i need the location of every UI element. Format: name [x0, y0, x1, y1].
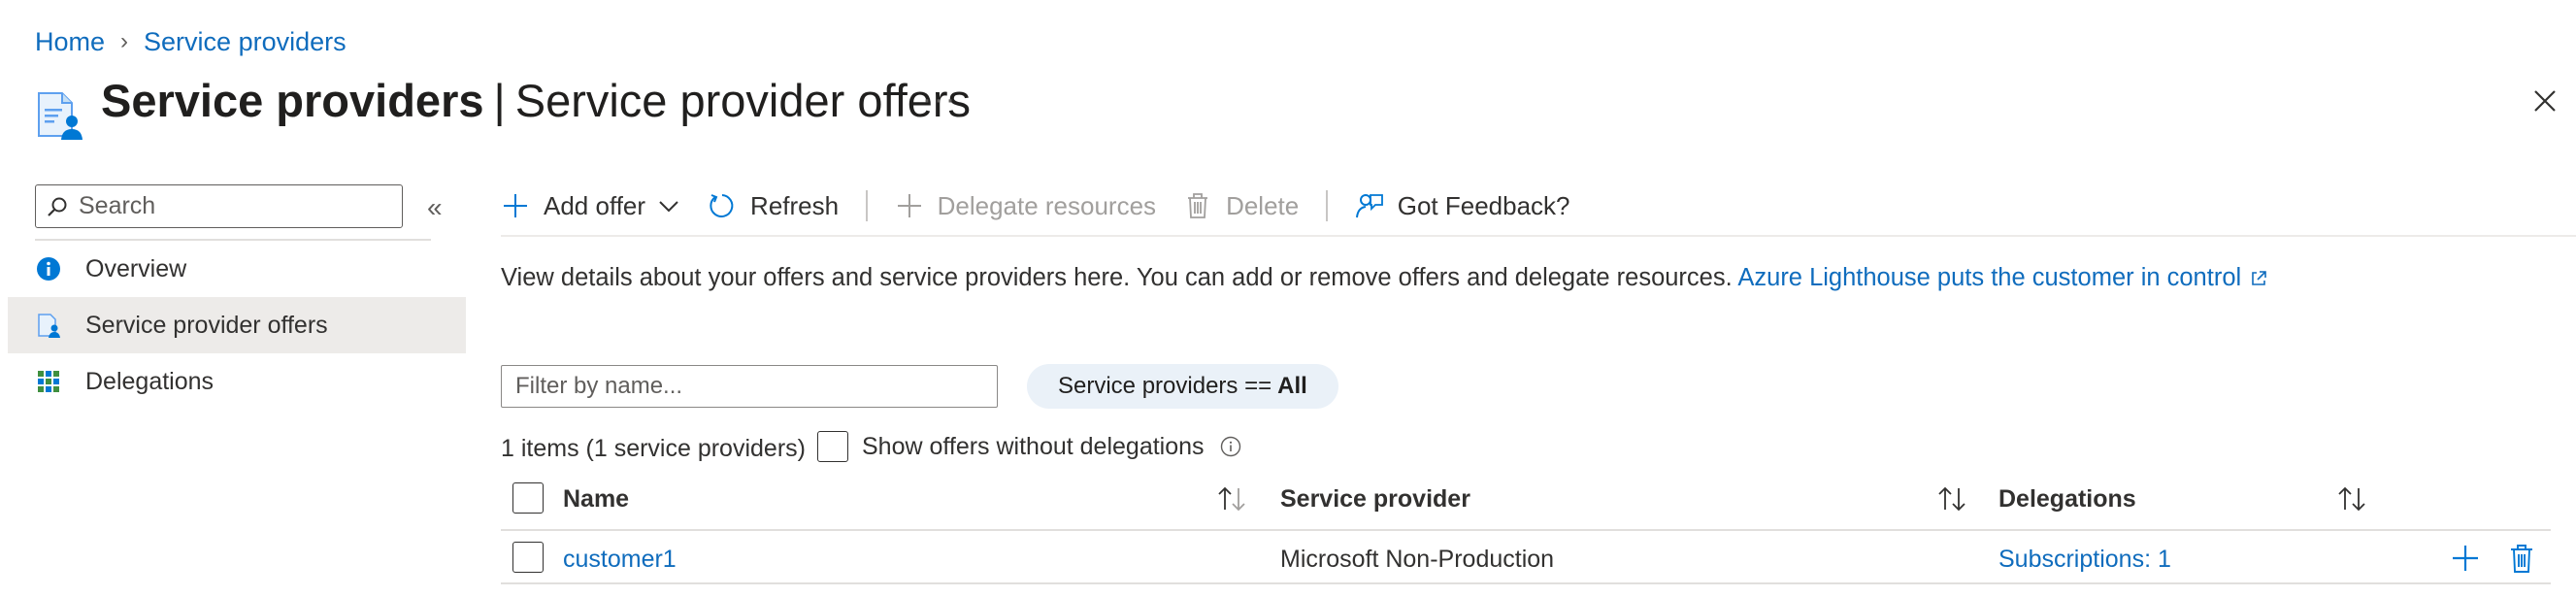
- lighthouse-link[interactable]: Azure Lighthouse puts the customer in co…: [1737, 264, 2268, 291]
- show-offers-without-delegations-toggle[interactable]: Show offers without delegations: [817, 431, 1241, 462]
- delete-button[interactable]: Delete: [1183, 191, 1299, 221]
- sidebar-search-input[interactable]: [79, 192, 389, 220]
- trash-icon: [1188, 193, 1208, 218]
- column-header-name[interactable]: Name: [563, 485, 629, 514]
- page-title-section: Service provider offers: [514, 75, 972, 126]
- page-title-separator: |: [493, 75, 506, 126]
- service-providers-filter-pill[interactable]: Service providers == All: [1027, 364, 1338, 409]
- show-offers-label: Show offers without delegations: [862, 432, 1205, 460]
- sort-ascending-icon[interactable]: [1215, 484, 1248, 514]
- filter-pill-label: Service providers ==: [1058, 373, 1272, 399]
- page-title: Service providers | Service provider offer…: [101, 74, 971, 127]
- add-delegation-icon[interactable]: [2450, 542, 2481, 575]
- delete-label: Delete: [1226, 190, 1300, 220]
- sidebar-item-label: Service provider offers: [85, 311, 328, 339]
- select-all-checkbox[interactable]: [512, 482, 544, 514]
- delegate-resources-button[interactable]: Delegate resources: [895, 191, 1156, 221]
- info-icon: [35, 255, 62, 282]
- breadcrumb: Home › Service providers: [35, 25, 347, 58]
- breadcrumb-chevron-icon: ›: [120, 28, 129, 54]
- service-provider-cell: Microsoft Non-Production: [1280, 546, 1555, 573]
- page-title-strong: Service providers: [101, 75, 484, 126]
- add-offer-button[interactable]: Add offer: [501, 191, 680, 221]
- column-header-service-provider[interactable]: Service provider: [1280, 485, 1470, 514]
- service-provider-page-icon: [38, 92, 83, 140]
- filter-pill-value: All: [1277, 373, 1307, 399]
- sort-icon[interactable]: [1935, 484, 1968, 514]
- command-bar: Add offer Refresh Delegate resources Del…: [501, 184, 1598, 227]
- sidebar-search-box[interactable]: [35, 184, 403, 228]
- chevron-down-icon: [659, 201, 678, 213]
- info-icon[interactable]: [1220, 436, 1241, 457]
- column-header-delegations[interactable]: Delegations: [1998, 485, 2136, 514]
- delegations-grid-icon: [35, 368, 62, 395]
- delete-offer-icon[interactable]: [2506, 542, 2537, 575]
- refresh-button[interactable]: Refresh: [708, 191, 839, 221]
- feedback-button[interactable]: Got Feedback?: [1355, 191, 1570, 221]
- toolbar-divider: [866, 190, 868, 221]
- breadcrumb-home-link[interactable]: Home: [35, 27, 105, 57]
- sort-icon[interactable]: [2335, 484, 2368, 514]
- refresh-icon: [710, 194, 734, 217]
- sidebar-item-service-provider-offers[interactable]: Service provider offers: [8, 297, 466, 353]
- external-link-icon: [2252, 271, 2266, 286]
- sidebar-item-label: Delegations: [85, 367, 215, 395]
- table-row-divider: [501, 582, 2551, 584]
- offer-name-link[interactable]: customer1: [563, 546, 677, 574]
- lighthouse-link-text: Azure Lighthouse puts the customer in co…: [1737, 264, 2242, 291]
- filter-by-name-input[interactable]: [501, 365, 998, 408]
- sidebar-item-label: Overview: [85, 254, 187, 282]
- row-checkbox[interactable]: [512, 542, 544, 573]
- delegations-link[interactable]: Subscriptions: 1: [1998, 546, 2171, 574]
- feedback-label: Got Feedback?: [1397, 190, 1570, 220]
- plus-icon: [504, 194, 527, 217]
- service-provider-offers-icon: [35, 312, 62, 339]
- page-description: View details about your offers and servi…: [501, 264, 2268, 292]
- add-offer-label: Add offer: [544, 190, 646, 220]
- more-options-button[interactable]: ···: [922, 83, 957, 116]
- collapse-sidebar-button[interactable]: «: [427, 192, 443, 223]
- sidebar-item-delegations[interactable]: Delegations: [8, 353, 466, 410]
- toolbar-divider: [1326, 190, 1328, 221]
- table-header-divider: [501, 529, 2551, 531]
- refresh-label: Refresh: [750, 190, 840, 220]
- breadcrumb-service-providers-link[interactable]: Service providers: [144, 27, 347, 57]
- feedback-icon: [1355, 194, 1383, 218]
- sidebar-item-overview[interactable]: Overview: [8, 241, 466, 297]
- items-count: 1 items (1 service providers): [501, 435, 806, 462]
- toolbar-divider-line: [501, 235, 2576, 237]
- close-icon[interactable]: [2531, 87, 2559, 115]
- show-offers-checkbox[interactable]: [817, 431, 848, 462]
- search-icon: [48, 197, 67, 216]
- delegate-resources-label: Delegate resources: [937, 190, 1157, 220]
- plus-icon: [897, 194, 921, 217]
- description-text: View details about your offers and servi…: [501, 264, 1733, 291]
